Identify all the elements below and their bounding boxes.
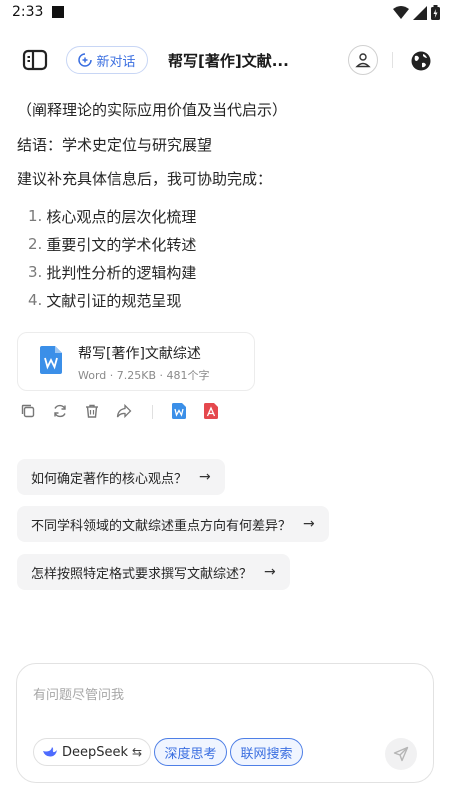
- copy-icon[interactable]: [20, 403, 36, 419]
- model-selector-button[interactable]: DeepSeek ⇆: [33, 738, 151, 766]
- arrow-right-icon: →: [199, 469, 211, 485]
- file-name: 帮写[著作]文献综述: [78, 346, 201, 362]
- status-time: 2:33: [12, 4, 44, 20]
- battery-icon: [431, 5, 440, 20]
- globe-icon: [411, 51, 431, 71]
- suggestion-chip[interactable]: 如何确定著作的核心观点？ →: [17, 459, 225, 495]
- message-line: （阐释理论的实际应用价值及当代启示）: [17, 101, 288, 119]
- deepseek-logo-icon: [42, 747, 57, 757]
- list-item: 1. 核心观点的层次化梳理: [28, 207, 197, 226]
- actions-divider: [152, 405, 153, 419]
- header: 新对话 帮写[著作]文献...: [0, 40, 450, 80]
- list-item: 3. 批判性分析的逻辑构建: [28, 263, 197, 282]
- notification-icon: [52, 6, 64, 18]
- share-icon[interactable]: [116, 403, 132, 419]
- arrow-right-icon: →: [303, 516, 315, 532]
- suggestion-chip[interactable]: 怎样按照特定格式要求撰写文献综述？ →: [17, 554, 290, 590]
- send-button[interactable]: [385, 738, 417, 770]
- word-file-icon: [40, 346, 62, 374]
- switch-icon: ⇆: [131, 745, 143, 759]
- delete-icon[interactable]: [84, 403, 100, 419]
- signal-icon: [413, 5, 427, 20]
- export-pdf-icon[interactable]: [204, 403, 218, 419]
- chat-title[interactable]: 帮写[著作]文献...: [168, 50, 289, 71]
- suggestion-text: 如何确定著作的核心观点？: [31, 471, 188, 487]
- message-list: 1. 核心观点的层次化梳理 2. 重要引文的学术化转述 3. 批判性分析的逻辑构建 4…: [28, 202, 196, 314]
- file-card[interactable]: 帮写[著作]文献综述 Word · 7.25KB · 481个字: [17, 332, 255, 391]
- arrow-right-icon: →: [264, 564, 276, 580]
- message-line: 结语：学术史定位与研究展望: [17, 136, 213, 154]
- regenerate-icon[interactable]: [52, 403, 68, 419]
- globe-button[interactable]: [410, 50, 432, 72]
- file-meta: Word · 7.25KB · 481个字: [78, 369, 210, 382]
- new-chat-label: 新对话: [96, 54, 136, 70]
- message-composer: 有问题尽管问我 DeepSeek ⇆ 深度思考 联网搜索: [16, 663, 434, 783]
- user-icon: [355, 53, 371, 68]
- new-chat-icon: [78, 53, 93, 67]
- message-line: 建议补充具体信息后，我可协助完成：: [17, 170, 273, 188]
- sidebar-icon: [22, 49, 48, 71]
- send-icon: [393, 746, 409, 762]
- suggestion-chip[interactable]: 不同学科领域的文献综述重点方向有何差异？ →: [17, 506, 329, 542]
- sidebar-toggle-button[interactable]: [22, 48, 48, 72]
- message-input[interactable]: 有问题尽管问我: [33, 684, 124, 703]
- status-bar: 2:33: [0, 0, 450, 26]
- new-chat-button[interactable]: 新对话: [66, 46, 148, 74]
- user-avatar-button[interactable]: [348, 45, 378, 75]
- wifi-icon: [393, 5, 409, 19]
- export-word-icon[interactable]: [172, 403, 186, 419]
- model-label: DeepSeek: [61, 744, 128, 760]
- list-item: 4. 文献引证的规范呈现: [28, 291, 182, 310]
- status-icons: [393, 5, 440, 20]
- deep-think-toggle[interactable]: 深度思考: [154, 738, 227, 766]
- suggestion-text: 怎样按照特定格式要求撰写文献综述？: [31, 566, 253, 582]
- header-divider: [392, 52, 393, 68]
- web-search-toggle[interactable]: 联网搜索: [230, 738, 303, 766]
- list-item: 2. 重要引文的学术化转述: [28, 235, 197, 254]
- suggestion-text: 不同学科领域的文献综述重点方向有何差异？: [31, 518, 292, 534]
